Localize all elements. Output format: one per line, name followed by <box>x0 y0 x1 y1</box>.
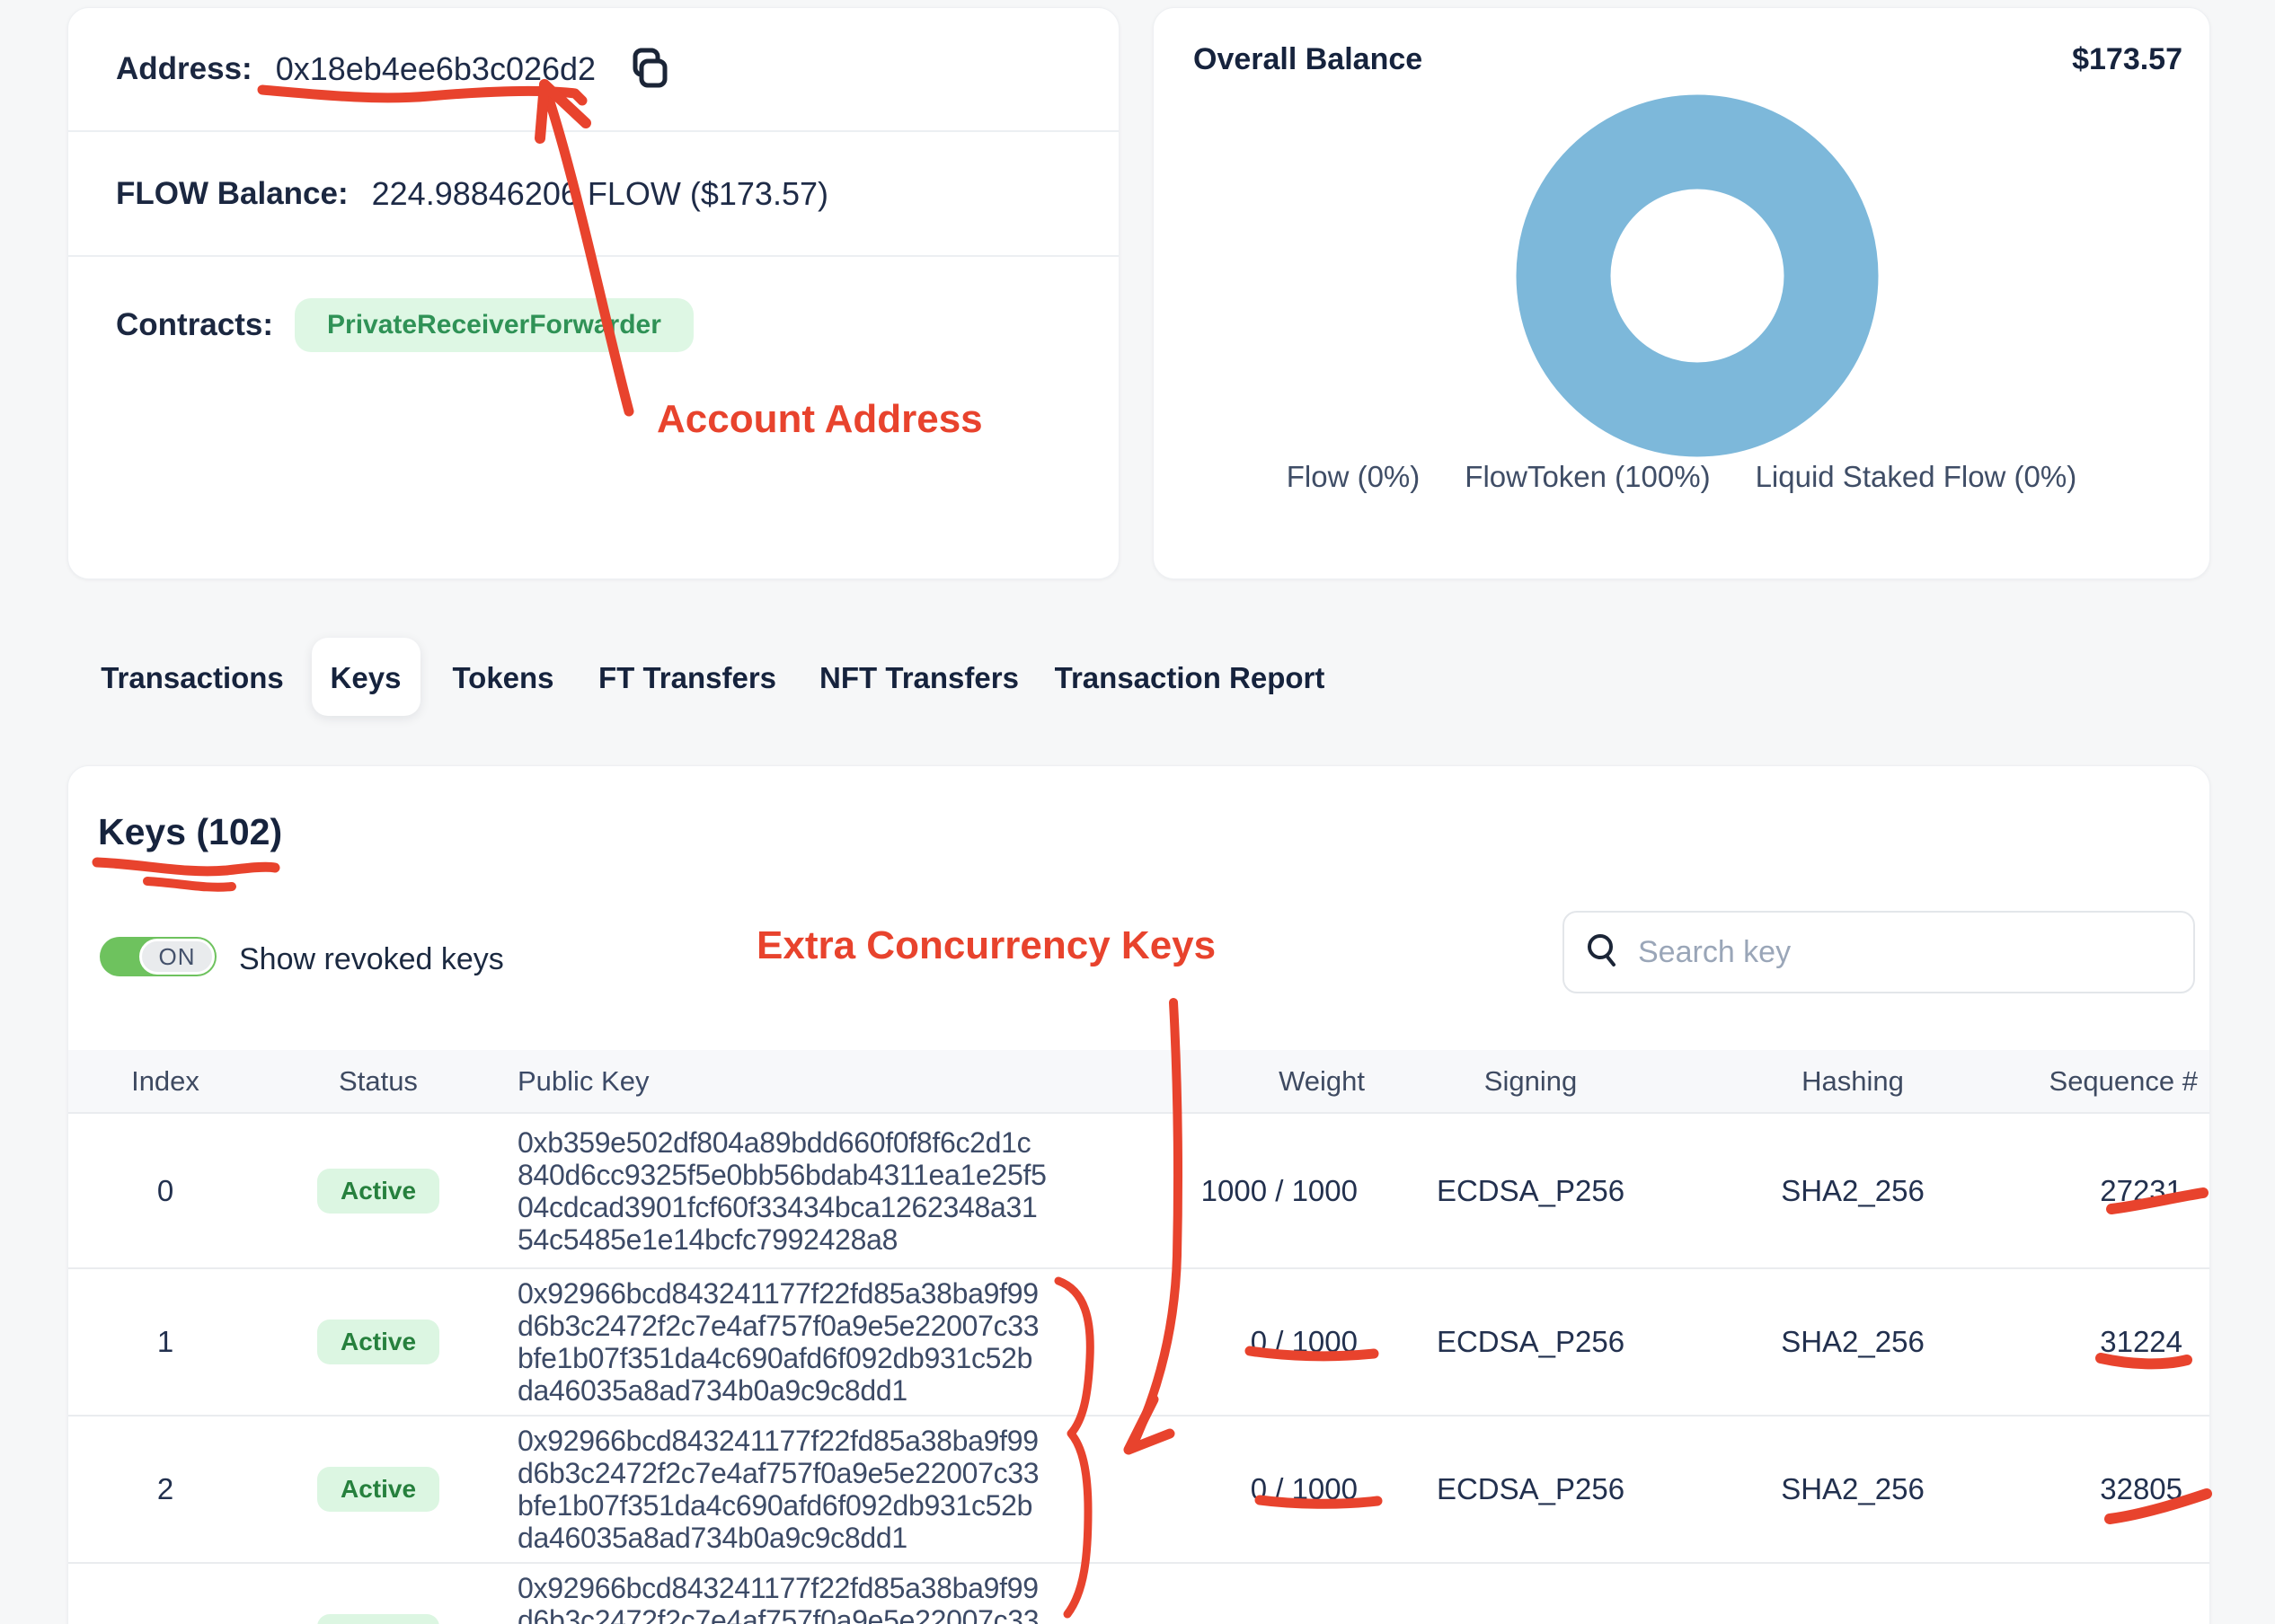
key-index: 2 <box>68 1472 262 1506</box>
key-signing: ECDSA_P256 <box>1367 1472 1775 1506</box>
address-value: 0x18eb4ee6b3c026d2 <box>276 50 596 88</box>
header-public-key: Public Key <box>494 1065 1114 1098</box>
show-revoked-keys-label: Show revoked keys <box>239 942 504 977</box>
flow-balance-label: FLOW Balance: <box>116 176 349 212</box>
balance-total: $173.57 <box>2072 42 2182 77</box>
key-row-3: 3 Active 0x92966bcd843241177f22fd85a38ba… <box>68 1562 2210 1624</box>
address-label: Address: <box>116 51 252 87</box>
flow-balance-value: 224.98846206 FLOW ($173.57) <box>372 175 828 213</box>
key-row-0: 0 Active 0xb359e502df804a89bdd660f0f8f6c… <box>68 1112 2210 1267</box>
donut-legend: Flow (0%) FlowToken (100%) Liquid Staked… <box>1154 460 2209 494</box>
status-badge: Active <box>317 1614 439 1624</box>
contracts-label: Contracts: <box>116 307 273 343</box>
key-sequence: 32805 <box>1955 1472 2210 1506</box>
tab-transactions[interactable]: Transactions <box>101 661 284 695</box>
key-sequence: 27231 <box>1955 1174 2210 1208</box>
tab-tokens[interactable]: Tokens <box>452 661 553 695</box>
toggle-knob: ON <box>139 939 215 975</box>
header-index: Index <box>68 1065 262 1098</box>
tab-nft-transfers[interactable]: NFT Transfers <box>819 661 1019 695</box>
key-row-2: 2 Active 0x92966bcd843241177f22fd85a38ba… <box>68 1415 2210 1562</box>
key-index: 1 <box>68 1325 262 1359</box>
donut-segment-flowtoken <box>1563 142 1831 410</box>
key-hashing: SHA2_256 <box>1775 1472 1955 1506</box>
keys-section-title: Keys (102) <box>98 811 282 853</box>
keys-table-header: Index Status Public Key Weight Signing H… <box>68 1050 2210 1112</box>
keys-table: Index Status Public Key Weight Signing H… <box>68 1050 2210 1624</box>
search-key-input[interactable] <box>1638 935 2173 970</box>
tab-transaction-report[interactable]: Transaction Report <box>1055 661 1325 695</box>
contract-badge[interactable]: PrivateReceiverForwarder <box>295 298 694 352</box>
balance-header: Overall Balance $173.57 <box>1154 8 2209 77</box>
public-key: 0x92966bcd843241177f22fd85a38ba9f99 d6b3… <box>494 1277 1114 1407</box>
status-badge: Active <box>317 1169 439 1214</box>
search-icon <box>1584 931 1622 974</box>
balance-donut-chart <box>1513 91 1881 461</box>
header-hashing: Hashing <box>1775 1065 1955 1098</box>
key-signing: ECDSA_P256 <box>1367 1620 1775 1624</box>
tab-ft-transfers[interactable]: FT Transfers <box>598 661 776 695</box>
status-badge: Active <box>317 1320 439 1364</box>
header-signing: Signing <box>1367 1065 1775 1098</box>
key-hashing: SHA2_256 <box>1775 1174 1955 1208</box>
address-row: Address: 0x18eb4ee6b3c026d2 <box>68 8 1119 132</box>
tab-keys[interactable]: Keys <box>331 661 402 695</box>
status-badge: Active <box>317 1467 439 1512</box>
key-index: 0 <box>68 1174 262 1208</box>
key-index: 3 <box>68 1620 262 1624</box>
keys-card: Keys (102) ON Show revoked keys Index St… <box>67 765 2210 1624</box>
toggle-state-label: ON <box>159 943 196 971</box>
key-weight: 0 / 1000 <box>1178 1325 1367 1359</box>
public-key: 0x92966bcd843241177f22fd85a38ba9f99 d6b3… <box>494 1572 1114 1624</box>
account-page: Address: 0x18eb4ee6b3c026d2 FLOW Balance… <box>0 0 2275 1624</box>
header-status: Status <box>262 1065 494 1098</box>
legend-item-liquid-staked-flow: Liquid Staked Flow (0%) <box>1756 460 2077 494</box>
legend-item-flow: Flow (0%) <box>1287 460 1421 494</box>
key-weight: 0 / 1000 <box>1178 1472 1367 1506</box>
key-hashing: SHA2_256 <box>1775 1620 1955 1624</box>
key-search-box <box>1562 911 2195 993</box>
key-signing: ECDSA_P256 <box>1367 1325 1775 1359</box>
key-sequence: 13111 <box>1955 1620 2210 1624</box>
key-row-1: 1 Active 0x92966bcd843241177f22fd85a38ba… <box>68 1267 2210 1415</box>
flow-balance-row: FLOW Balance: 224.98846206 FLOW ($173.57… <box>68 132 1119 257</box>
copy-address-button[interactable] <box>626 46 668 93</box>
account-info-card: Address: 0x18eb4ee6b3c026d2 FLOW Balance… <box>67 7 1120 579</box>
key-sequence: 31224 <box>1955 1325 2210 1359</box>
key-hashing: SHA2_256 <box>1775 1325 1955 1359</box>
contracts-row: Contracts: PrivateReceiverForwarder <box>68 257 1119 393</box>
show-revoked-keys-toggle[interactable]: ON <box>100 937 217 976</box>
legend-item-flowtoken: FlowToken (100%) <box>1465 460 1710 494</box>
balance-title: Overall Balance <box>1193 42 1422 77</box>
header-weight: Weight <box>1178 1065 1367 1098</box>
public-key: 0x92966bcd843241177f22fd85a38ba9f99 d6b3… <box>494 1425 1114 1554</box>
key-weight: 0 / 1000 <box>1178 1620 1367 1624</box>
key-weight: 1000 / 1000 <box>1178 1174 1367 1208</box>
overall-balance-card: Overall Balance $173.57 Flow (0%) FlowTo… <box>1153 7 2210 579</box>
key-signing: ECDSA_P256 <box>1367 1174 1775 1208</box>
header-sequence: Sequence # <box>1955 1065 2210 1098</box>
copy-icon <box>626 46 668 93</box>
public-key: 0xb359e502df804a89bdd660f0f8f6c2d1c 840d… <box>494 1126 1114 1256</box>
